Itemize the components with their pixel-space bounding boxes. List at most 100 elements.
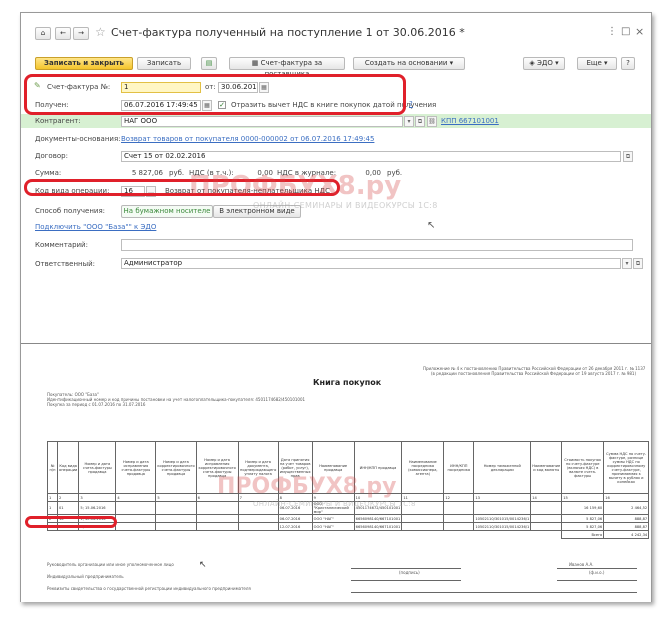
edo-button[interactable]: ◈ ЭДО ▾ (523, 57, 565, 70)
back-button[interactable]: ← (55, 27, 71, 40)
mouse-cursor-icon: ↖ (199, 560, 207, 570)
col-header: ИНН/КПП посредника (443, 441, 475, 494)
mouse-cursor-icon: ↖ (427, 220, 436, 231)
link-icon[interactable]: ⛓ (427, 116, 437, 127)
col-number: 15 (561, 493, 605, 502)
watermark-brand: ПРОФБУХ8.ру (189, 171, 402, 201)
cell-vat: 888,87 (603, 514, 650, 523)
responsible-label: Ответственный: (35, 260, 96, 268)
help-link[interactable]: ? (409, 100, 413, 108)
cell-date: 06.07.2016 (277, 514, 313, 523)
col-number: 5 (155, 493, 197, 502)
purchase-book-report: Приложение № 4 к постановлению Правитель… (21, 344, 651, 602)
base-docs-link[interactable]: Возврат товаров от покупателя 0000-00000… (121, 135, 374, 143)
more-vertical-icon[interactable]: ⋮ (607, 26, 617, 37)
highlight-invoice-box (24, 74, 406, 115)
signature-underline (351, 580, 461, 581)
base-docs-label: Документы-основания: (35, 135, 121, 143)
save-close-button[interactable]: Записать и закрыть (35, 57, 133, 70)
method-label: Способ получения: (35, 207, 106, 215)
cell-cost: 5 827,06 (561, 522, 605, 531)
star-icon[interactable]: ☆ (95, 25, 106, 39)
cell-vat: 888,87 (603, 522, 650, 531)
cell-invoice: 5; 15.06.2016 (78, 501, 117, 515)
cell-decl: 10502110/301015/0014236/1 (473, 514, 532, 523)
col-header: Наименование и код валюты (530, 441, 563, 494)
col-number: 14 (530, 493, 563, 502)
col-header: Номер и дата корректировочного счета-фак… (155, 441, 197, 494)
chevron-down-icon: ▾ (555, 59, 559, 67)
close-icon[interactable]: × (635, 25, 644, 38)
watermark-subtitle: ОНЛАЙН-СЕМИНАРЫ И ВИДЕОКУРСЫ 1С:8 (253, 500, 416, 508)
highlight-row-box (25, 516, 117, 528)
col-header: Номер и дата исправления счета-фактуры п… (115, 441, 157, 494)
post-icon: ▤ (205, 59, 213, 67)
comment-input[interactable] (121, 239, 633, 251)
arrow-left-icon: ← (60, 29, 66, 37)
cell-seller: ООО "НАГ" (311, 514, 355, 523)
cell-cost: 16 159,60 (561, 501, 605, 515)
counterparty-label: Контрагент: (35, 117, 81, 125)
screenshot-frame: ⌂ ← → ☆ Счет-фактура полученный на посту… (20, 12, 652, 602)
col-number: 1 (47, 493, 58, 502)
save-button[interactable]: Записать (137, 57, 191, 70)
cell-cost: 5 827,06 (561, 514, 605, 523)
window-title: Счет-фактура полученный на поступление 1… (111, 26, 465, 39)
col-header: Стоимость покупок по счету-фактуре (вклю… (561, 441, 605, 494)
signature-caption-sign: (подпись) (399, 570, 420, 575)
cell-date: 12.07.2016 (277, 522, 313, 531)
open-icon[interactable]: ⧉ (623, 151, 633, 162)
cell-decl (473, 501, 532, 515)
invoice-form: ⌂ ← → ☆ Счет-фактура полученный на посту… (21, 13, 651, 343)
forward-button[interactable]: → (73, 27, 89, 40)
cell-vat: 2 464,52 (603, 501, 650, 515)
help-button[interactable]: ? (621, 57, 635, 70)
total-label: Всего (561, 530, 605, 539)
cell-code: 01 (56, 501, 80, 515)
signature-line-1: Руководитель организации или иное уполно… (47, 562, 174, 567)
kpp-link[interactable]: КПП 667101001 (441, 117, 499, 125)
responsible-input[interactable]: Администратор (121, 258, 621, 269)
col-number: 2 (56, 493, 80, 502)
col-number: 16 (603, 493, 650, 502)
dropdown-icon[interactable]: ▾ (404, 116, 414, 127)
signer-underline (557, 568, 637, 569)
total-row: Всего 4 242,34 (48, 530, 650, 539)
create-based-button[interactable]: Создать на основании ▾ (353, 57, 465, 70)
signer-name: Иванов А.А. (569, 562, 594, 567)
report-title: Книга покупок (313, 378, 382, 387)
signer-underline (557, 580, 637, 581)
more-label: Еще (586, 59, 602, 67)
open-icon[interactable]: ⧉ (415, 116, 425, 127)
method-paper-button[interactable]: На бумажном носителе (121, 205, 213, 218)
dropdown-icon[interactable]: ▾ (622, 258, 632, 269)
contract-input[interactable]: Счет 15 от 02.02.2016 (121, 151, 621, 162)
arrow-right-icon: → (78, 29, 84, 37)
edo-label: ЭДО (536, 59, 553, 67)
counterparty-input[interactable]: НАГ ООО (121, 116, 403, 127)
col-header: Номер таможенной декларации (473, 441, 532, 494)
connect-edo-link[interactable]: Подключить "ООО "База"" к ЭДО (35, 223, 156, 231)
open-icon[interactable]: ⧉ (633, 258, 643, 269)
maximize-icon[interactable]: □ (621, 26, 630, 37)
supplier-invoice-button[interactable]: ▦ Счет-фактура за поставщика (229, 57, 345, 78)
report-header-note-2: (в редакции постановления Правительства … (431, 371, 637, 376)
table-row: 3 01 1; 12.07.2016 12.07.2016 ООО "НАГ" … (47, 522, 650, 531)
col-number: 12 (443, 493, 475, 502)
home-button[interactable]: ⌂ (35, 27, 51, 40)
sum-value: 5 827,06 (131, 169, 163, 177)
table-row: 2 16 1; 30.06.2016 06.07.2016 ООО "НАГ" … (47, 514, 650, 523)
signature-underline (351, 568, 461, 569)
cell-n: 1 (47, 501, 58, 515)
report-period: Покупка за период с 01.07.2016 по 31.07.… (47, 402, 146, 407)
col-header: Код вида операции (56, 441, 80, 494)
watermark-subtitle: ОНЛАЙН-СЕМИНАРЫ И ВИДЕОКУРСЫ 1С:8 (253, 201, 438, 210)
col-header: Наименование посредника (комиссионера, а… (401, 441, 445, 494)
more-button[interactable]: Еще ▾ (577, 57, 617, 70)
post-button[interactable]: ▤ (201, 57, 217, 70)
col-number: 4 (115, 493, 157, 502)
cell-decl: 10502110/301015/0014236/1 (473, 522, 532, 531)
home-icon: ⌂ (40, 29, 46, 37)
col-header: Сумма НДС по счету-фактуре, разнице сумм… (603, 441, 650, 494)
sum-label: Сумма: (35, 169, 62, 177)
